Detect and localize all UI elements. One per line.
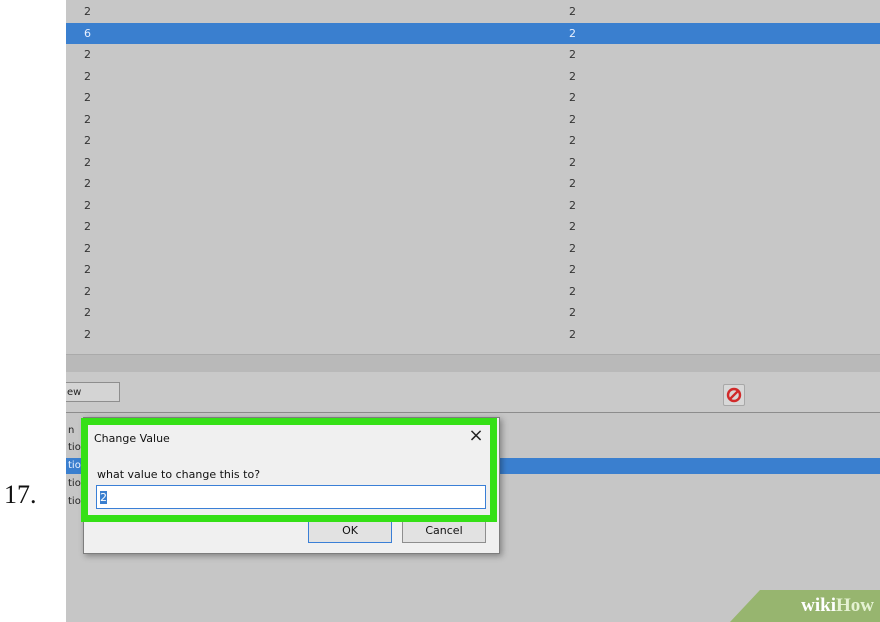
row-value: 2 [84,134,91,147]
no-entry-icon[interactable] [723,384,745,406]
watermark-how: How [836,595,874,616]
row-value-2: 2 [569,220,576,233]
step-number: 17. [4,480,37,509]
list-row[interactable]: 22 [66,109,880,131]
row-value: 2 [84,155,91,169]
new-button[interactable]: ew [66,382,120,402]
row-value-2: 2 [569,306,576,319]
row-value: 2 [84,263,91,276]
list-row[interactable]: 22 [66,152,880,174]
row-value-2: 2 [569,48,576,61]
row-value: 2 [84,48,91,61]
row-value-2: 2 [569,91,576,104]
row-value-2: 2 [569,134,576,147]
address-row-text: tio [68,442,81,453]
address-row-text: tio [68,460,81,471]
row-value-2: 2 [569,26,576,40]
row-value-2: 2 [569,177,576,190]
list-row[interactable]: 22 [66,259,880,281]
row-value: 2 [84,5,91,18]
row-value: 6 [84,26,91,40]
list-row[interactable]: 22 [66,216,880,238]
row-value-2: 2 [569,263,576,276]
value-input[interactable] [96,485,486,509]
list-row[interactable]: 22 [66,130,880,152]
toolbar: ew [66,372,880,413]
cancel-button[interactable]: Cancel [402,519,486,543]
row-value: 2 [84,198,91,212]
row-value-2: 2 [569,69,576,83]
row-value: 2 [84,241,91,255]
list-row[interactable]: 22 [66,238,880,260]
dialog-prompt: what value to change this to? [97,468,261,481]
list-row[interactable]: 22 [66,324,880,346]
dialog-title: Change Value [94,432,170,445]
row-value: 2 [84,306,91,319]
address-row-text: tio [68,478,81,489]
row-value: 2 [84,112,91,126]
list-row[interactable]: 22 [66,44,880,66]
row-value-2: 2 [569,198,576,212]
ok-button[interactable]: OK [308,519,392,543]
row-value: 2 [84,284,91,298]
address-row-text: n [68,425,75,436]
row-value: 2 [84,327,91,341]
row-value-2: 2 [569,284,576,298]
address-row-text: tio [68,496,81,507]
row-value-2: 2 [569,241,576,255]
close-icon[interactable]: × [468,427,484,445]
watermark-wiki: wiki [801,595,836,616]
row-value-2: 2 [569,5,576,18]
row-value-2: 2 [569,155,576,169]
row-value: 2 [84,69,91,83]
list-row[interactable]: 62 [66,22,880,44]
list-row[interactable]: 22 [66,173,880,195]
row-value-2: 2 [569,327,576,341]
list-row[interactable]: 22 [66,195,880,217]
list-row[interactable]: 22 [66,281,880,303]
values-list[interactable]: 22622222222222222222222222222222 [66,0,880,354]
list-row[interactable]: 22 [66,302,880,324]
change-value-dialog: Change Value × what value to change this… [83,417,500,554]
list-row[interactable]: 22 [66,66,880,88]
list-row[interactable]: 22 [66,1,880,23]
horizontal-scrollbar[interactable] [66,354,880,373]
list-row[interactable]: 22 [66,87,880,109]
row-value: 2 [84,220,91,233]
row-value-2: 2 [569,112,576,126]
row-value: 2 [84,91,91,104]
row-value: 2 [84,177,91,190]
